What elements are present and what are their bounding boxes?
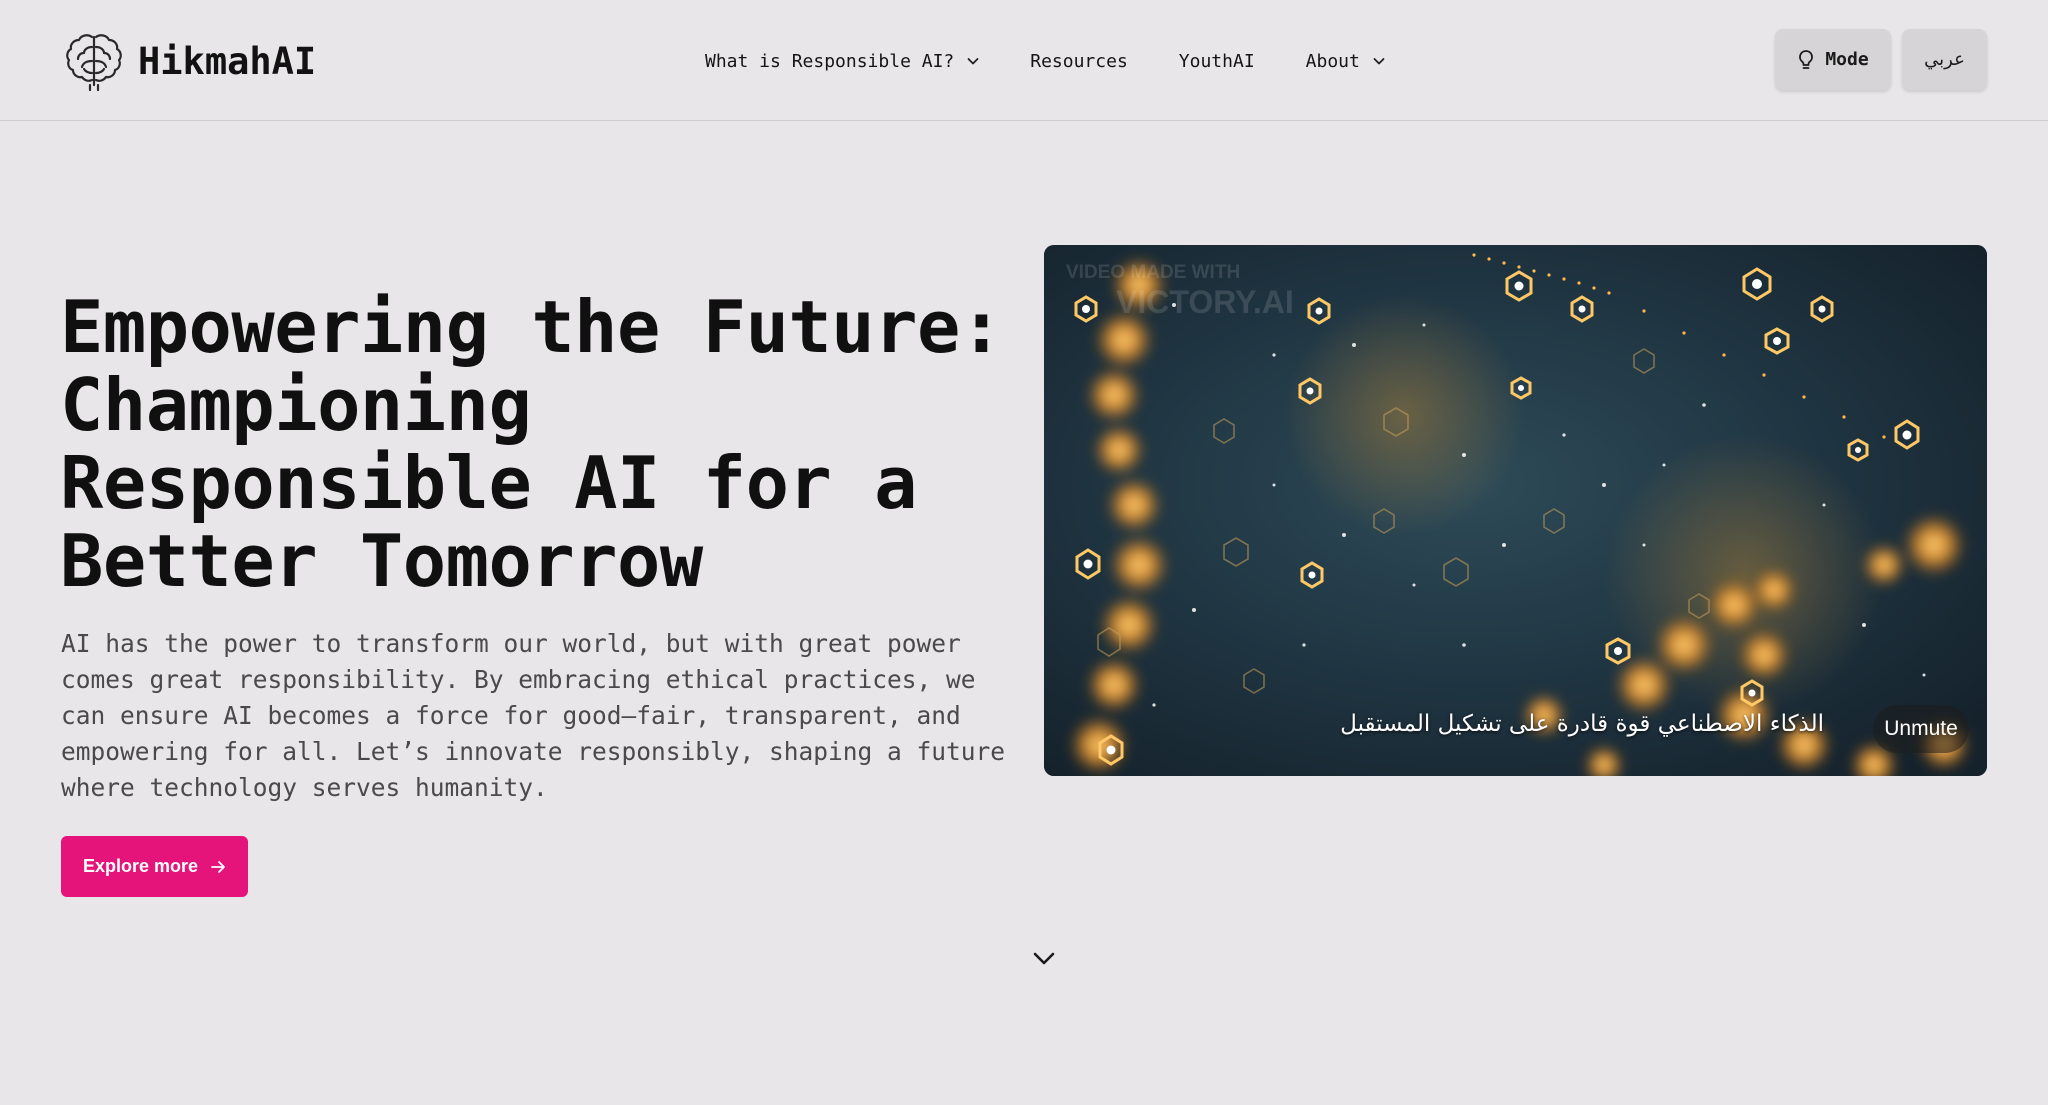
- brain-icon: [66, 34, 122, 92]
- language-switch-button[interactable]: عربي: [1902, 29, 1987, 90]
- nav-item-label: Resources: [1030, 50, 1128, 72]
- watermark-line-2: VICTORY.AI: [1116, 284, 1294, 320]
- nav-item-what-is-responsible-ai[interactable]: What is Responsible AI?: [705, 51, 980, 72]
- site-header: HikmahAI What is Responsible AI? Resourc…: [0, 0, 2048, 121]
- video-caption: الذكاء الاصطناعي قوة قادرة على تشكيل الم…: [1340, 711, 1824, 737]
- unmute-label: Unmute: [1884, 717, 1958, 740]
- nav-item-label: What is Responsible AI?: [705, 50, 955, 72]
- video-frame-image: [1044, 245, 1987, 776]
- brand-name: HikmahAI: [138, 39, 317, 83]
- nav-item-youthai[interactable]: YouthAI: [1179, 51, 1255, 72]
- arrow-right-icon: [211, 860, 225, 873]
- mode-toggle-button[interactable]: Mode: [1775, 29, 1891, 90]
- explore-more-label: Explore more: [82, 856, 199, 876]
- chevron-down-icon: [1373, 58, 1385, 65]
- video-watermark: VIDEO MADE WITH VICTORY.AI: [1066, 263, 1294, 318]
- lightbulb-icon: [1799, 49, 1814, 69]
- explore-more-button[interactable]: Explore more: [61, 836, 248, 897]
- hero-description: AI has the power to transform our world,…: [61, 629, 1006, 802]
- mode-button-label: Mode: [1825, 49, 1869, 70]
- unmute-button[interactable]: Unmute: [1873, 705, 1969, 753]
- chevron-down-icon: [967, 58, 979, 65]
- nav-item-label: About: [1305, 50, 1360, 72]
- language-button-label: عربي: [1924, 49, 1965, 70]
- main-nav: What is Responsible AI? Resources YouthA…: [705, 46, 1386, 76]
- nav-item-resources[interactable]: Resources: [1030, 51, 1128, 72]
- hero-title: Empowering the Future: Championing Respo…: [60, 285, 1003, 603]
- hero-video[interactable]: VIDEO MADE WITH VICTORY.AI الذكاء الاصطن…: [1044, 245, 1987, 776]
- watermark-line-1: VIDEO MADE WITH: [1066, 262, 1241, 283]
- brand-logo[interactable]: HikmahAI: [62, 29, 316, 93]
- nav-item-label: YouthAI: [1178, 50, 1255, 72]
- nav-item-about[interactable]: About: [1306, 51, 1386, 72]
- chevron-down-icon[interactable]: [1030, 944, 1058, 972]
